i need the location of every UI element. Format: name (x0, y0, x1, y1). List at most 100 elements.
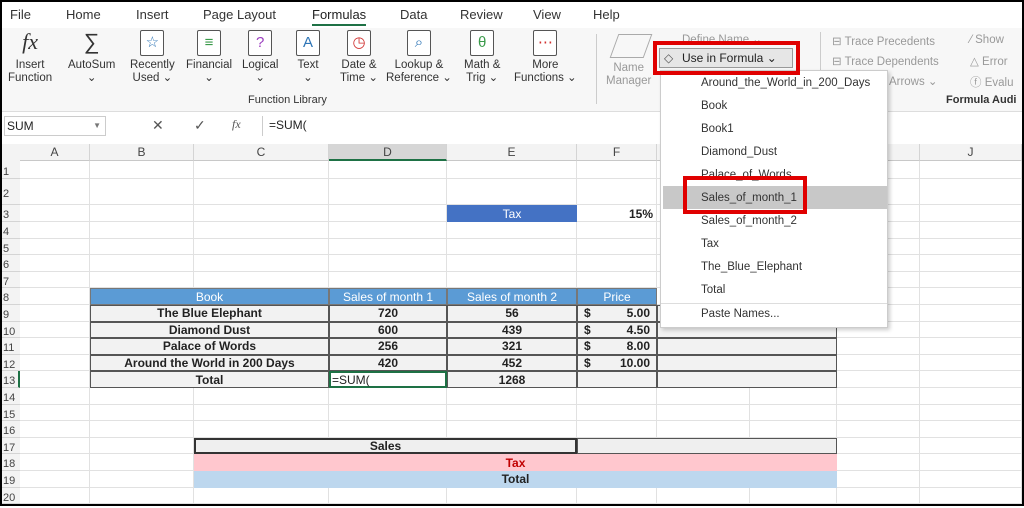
insert-button[interactable]: fx Insert Function (8, 30, 52, 85)
paste-names-menu-item[interactable]: Paste Names... (701, 308, 780, 320)
financial-button[interactable]: ≡ Financial ⌄ (186, 30, 232, 85)
sales-month-2-cell[interactable]: 321 (447, 338, 577, 355)
tab-review[interactable]: Review (460, 7, 503, 22)
sales-month-2-cell[interactable]: 452 (447, 354, 577, 372)
column-header[interactable]: J (920, 144, 1022, 161)
logical-button[interactable]: ? Logical ⌄ (242, 30, 278, 85)
row-header[interactable]: 2 (2, 179, 20, 205)
row-header[interactable]: 8 (2, 288, 20, 305)
evaluate-formula-button[interactable]: ⓕ Evalu (970, 74, 1013, 90)
tab-insert[interactable]: Insert (136, 7, 169, 22)
menu-item-the-blue-elephant[interactable]: The_Blue_Elephant (701, 261, 802, 273)
name-manager-button[interactable]: Name Manager (606, 62, 651, 88)
tab-data[interactable]: Data (400, 7, 427, 22)
text-button[interactable]: A Text ⌄ (296, 30, 320, 85)
menu-item-book1[interactable]: Book1 (701, 123, 734, 135)
row-header[interactable]: 4 (2, 222, 20, 239)
row-header[interactable]: 10 (2, 321, 20, 339)
menu-item-book[interactable]: Book (701, 100, 727, 112)
row-header[interactable]: 7 (2, 271, 20, 289)
tab-help[interactable]: Help (593, 7, 620, 22)
table-header-cell[interactable]: Price (577, 288, 657, 305)
tab-file[interactable]: File (10, 7, 31, 22)
row-header[interactable]: 3 (2, 205, 20, 222)
insert-function-fx-icon[interactable]: fx (232, 117, 241, 132)
menu-item-around-the-world-in-200-days[interactable]: Around_the_World_in_200_Days (701, 77, 870, 89)
price-cell[interactable]: $10.00 (577, 354, 657, 372)
book-name-cell[interactable]: The Blue Elephant (90, 305, 329, 322)
total-label-cell[interactable]: Total (90, 371, 329, 388)
book-name-cell[interactable]: Around the World in 200 Days (90, 354, 329, 372)
total-month-2-cell[interactable]: 1268 (447, 371, 577, 388)
menu-item-total[interactable]: Total (701, 284, 725, 296)
lookup--button[interactable]: ⌕ Lookup & Reference ⌄ (386, 30, 452, 85)
empty-cell[interactable] (657, 354, 837, 372)
sales-summary-value-cell[interactable] (577, 437, 837, 455)
row-header[interactable]: 16 (2, 421, 20, 438)
empty-cell[interactable] (657, 338, 837, 355)
table-header-cell[interactable]: Sales of month 2 (447, 288, 577, 305)
table-header-cell[interactable]: Book (90, 288, 329, 305)
sales-month-2-cell[interactable]: 56 (447, 305, 577, 322)
row-header[interactable]: 9 (2, 305, 20, 322)
trace-precedents-button[interactable]: ⊟ Trace Precedents (832, 34, 935, 48)
menu-item-tax[interactable]: Tax (701, 238, 719, 250)
more-button[interactable]: ⋯ More Functions ⌄ (514, 30, 577, 85)
cancel-icon[interactable]: ✕ (152, 117, 164, 134)
sales-month-1-cell[interactable]: 720 (329, 305, 447, 322)
row-header[interactable]: 19 (2, 471, 20, 488)
tab-view[interactable]: View (533, 7, 561, 22)
price-cell[interactable]: $8.00 (577, 338, 657, 355)
total-summary-cell[interactable]: Total (194, 471, 837, 488)
sales-month-1-cell[interactable]: 256 (329, 338, 447, 355)
book-name-cell[interactable]: Palace of Words (90, 338, 329, 355)
math--button[interactable]: θ Math & Trig ⌄ (464, 30, 500, 85)
menu-item-diamond-dust[interactable]: Diamond_Dust (701, 146, 777, 158)
empty-cell[interactable] (577, 371, 657, 388)
row-header[interactable]: 15 (2, 404, 20, 422)
column-header[interactable]: C (194, 144, 329, 161)
price-cell[interactable]: $4.50 (577, 321, 657, 339)
column-header[interactable]: F (577, 144, 657, 161)
name-box[interactable]: SUM ▼ (4, 116, 106, 136)
autosum-button[interactable]: ∑ AutoSum ⌄ (68, 30, 115, 85)
date--button[interactable]: ◷ Date & Time ⌄ (340, 30, 378, 85)
enter-check-icon[interactable]: ✓ (194, 117, 206, 134)
column-header[interactable]: B (90, 144, 194, 161)
tab-page-layout[interactable]: Page Layout (203, 7, 276, 22)
column-header[interactable]: A (20, 144, 90, 161)
row-header[interactable]: 5 (2, 238, 20, 256)
empty-cell[interactable] (657, 371, 837, 388)
table-header-cell[interactable]: Sales of month 1 (329, 288, 447, 305)
tax-value-cell[interactable]: 15% (577, 205, 657, 222)
sales-month-1-cell[interactable]: 600 (329, 321, 447, 339)
row-header[interactable]: 14 (2, 388, 20, 405)
tax-summary-cell[interactable]: Tax (194, 454, 837, 471)
row-header[interactable]: 13 (2, 371, 20, 388)
recently-button[interactable]: ☆ Recently Used ⌄ (130, 30, 175, 85)
select-all-corner[interactable] (2, 144, 20, 161)
trace-dependents-button[interactable]: ⊟ Trace Dependents (832, 54, 939, 68)
sales-month-1-cell[interactable]: 420 (329, 354, 447, 372)
row-header[interactable]: 17 (2, 437, 20, 455)
row-header[interactable]: 1 (2, 161, 20, 179)
tab-formulas[interactable]: Formulas (312, 7, 367, 26)
sales-month-2-cell[interactable]: 439 (447, 321, 577, 339)
column-header[interactable]: E (447, 144, 577, 161)
remove-arrows-button[interactable]: e Arrows ⌄ (880, 74, 938, 88)
book-name-cell[interactable]: Diamond Dust (90, 321, 329, 339)
show-formulas-button[interactable]: ⁄ Show (970, 34, 1004, 46)
price-cell[interactable]: $5.00 (577, 305, 657, 322)
error-checking-button[interactable]: △ Error (970, 54, 1008, 68)
column-header[interactable]: D (329, 144, 447, 161)
row-header[interactable]: 6 (2, 255, 20, 272)
tax-label-cell[interactable]: Tax (447, 205, 577, 222)
row-header[interactable]: 11 (2, 338, 20, 355)
formula-input[interactable]: =SUM( (262, 116, 662, 136)
row-header[interactable]: 12 (2, 354, 20, 372)
row-header[interactable]: 18 (2, 454, 20, 471)
menu-item-sales-of-month-2[interactable]: Sales_of_month_2 (701, 215, 797, 227)
row-header[interactable]: 20 (2, 487, 20, 505)
active-cell-d13[interactable]: =SUM( (329, 371, 447, 388)
tab-home[interactable]: Home (66, 7, 101, 22)
